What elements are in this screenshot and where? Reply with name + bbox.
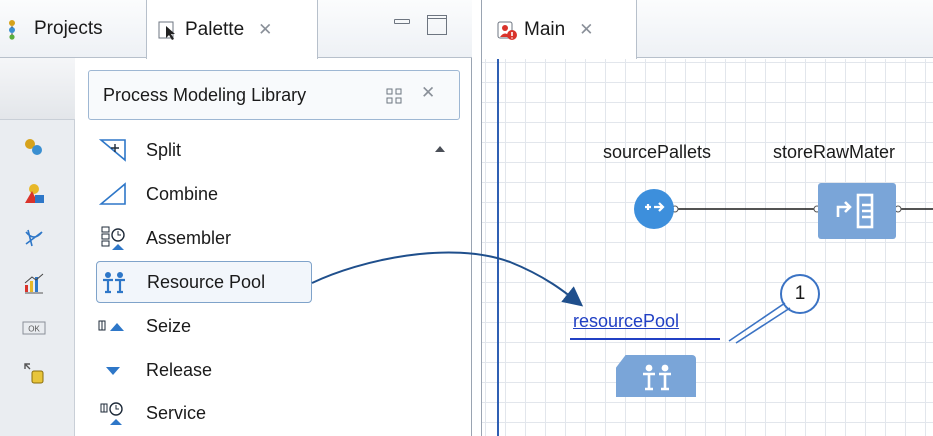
assembler-icon	[96, 224, 130, 252]
callout-number: 1	[780, 274, 820, 314]
palette-item-resource-pool[interactable]: Resource Pool	[96, 261, 312, 303]
library-title: Process Modeling Library	[103, 84, 307, 105]
resource-pool-icon	[97, 268, 131, 296]
palette-item-label: Assembler	[146, 227, 232, 248]
agent-icon[interactable]	[14, 173, 54, 213]
graphical-editor-canvas[interactable]: sourcePallets storeRawMater resourcePool	[482, 59, 933, 436]
grid-view-icon[interactable]	[386, 88, 402, 104]
release-icon	[96, 356, 130, 384]
close-icon[interactable]: ✕	[579, 20, 593, 40]
agent-main-icon	[496, 19, 518, 41]
store-icon	[818, 193, 896, 243]
maximize-icon[interactable]	[427, 15, 447, 35]
process-icon[interactable]	[14, 128, 54, 168]
controls-icon[interactable]: OK	[14, 308, 54, 348]
service-icon	[96, 399, 130, 427]
library-header[interactable]: Process Modeling Library ✕	[88, 70, 460, 120]
resource-pool-label[interactable]: resourcePool	[573, 311, 679, 332]
store-block[interactable]	[818, 183, 896, 239]
editor-view: Main ✕ sourcePallets storeRawMater resou…	[481, 0, 933, 436]
pictures-icon[interactable]	[14, 353, 54, 393]
space-markup-icon[interactable]	[14, 218, 54, 258]
resource-pool-block[interactable]	[616, 355, 696, 397]
palette-item-label: Resource Pool	[147, 271, 266, 292]
editor-tab-bar: Main ✕	[482, 0, 933, 59]
palette-item-label: Split	[146, 139, 182, 160]
tab-projects[interactable]: Projects	[6, 0, 144, 58]
source-icon	[642, 199, 666, 220]
palette-item-label: Release	[146, 359, 213, 380]
palette-item-seize[interactable]: Seize	[96, 306, 191, 346]
seize-icon	[96, 312, 130, 340]
palette-item-combine[interactable]: Combine	[96, 174, 218, 214]
tab-projects-label: Projects	[34, 18, 103, 39]
split-icon	[96, 136, 130, 164]
analysis-icon[interactable]	[14, 263, 54, 303]
tab-main[interactable]: Main ✕	[482, 0, 637, 59]
left-tab-bar: Projects Palette ✕	[0, 0, 472, 59]
tab-palette-label: Palette	[185, 18, 245, 40]
minimize-icon[interactable]	[392, 16, 410, 32]
combine-icon	[96, 180, 130, 208]
close-icon[interactable]: ✕	[258, 20, 272, 40]
category-strip-header	[0, 58, 75, 120]
close-icon[interactable]: ✕	[421, 83, 435, 103]
palette-item-label: Service	[146, 402, 207, 423]
palette-item-service[interactable]: Service	[96, 393, 206, 433]
palette-item-release[interactable]: Release	[96, 350, 212, 390]
palette-category-strip: OK	[0, 58, 75, 436]
connectors	[671, 205, 933, 213]
palette-item-label: Seize	[146, 315, 192, 336]
svg-text:OK: OK	[28, 325, 40, 334]
tab-palette[interactable]: Palette ✕	[146, 0, 318, 59]
palette-icon	[157, 19, 179, 41]
resource-pool-underline	[570, 338, 720, 340]
palette-view: Projects Palette ✕ OK Process Modeling L…	[0, 0, 472, 436]
source-block[interactable]	[634, 189, 674, 229]
projects-icon	[6, 18, 28, 40]
palette-item-label: Combine	[146, 183, 219, 204]
tab-main-label: Main	[524, 18, 566, 40]
palette-item-split[interactable]: Split	[96, 130, 181, 170]
resource-pool-icon	[640, 363, 674, 396]
palette-item-assembler[interactable]: Assembler	[96, 218, 231, 258]
scroll-up-icon[interactable]	[434, 142, 446, 154]
